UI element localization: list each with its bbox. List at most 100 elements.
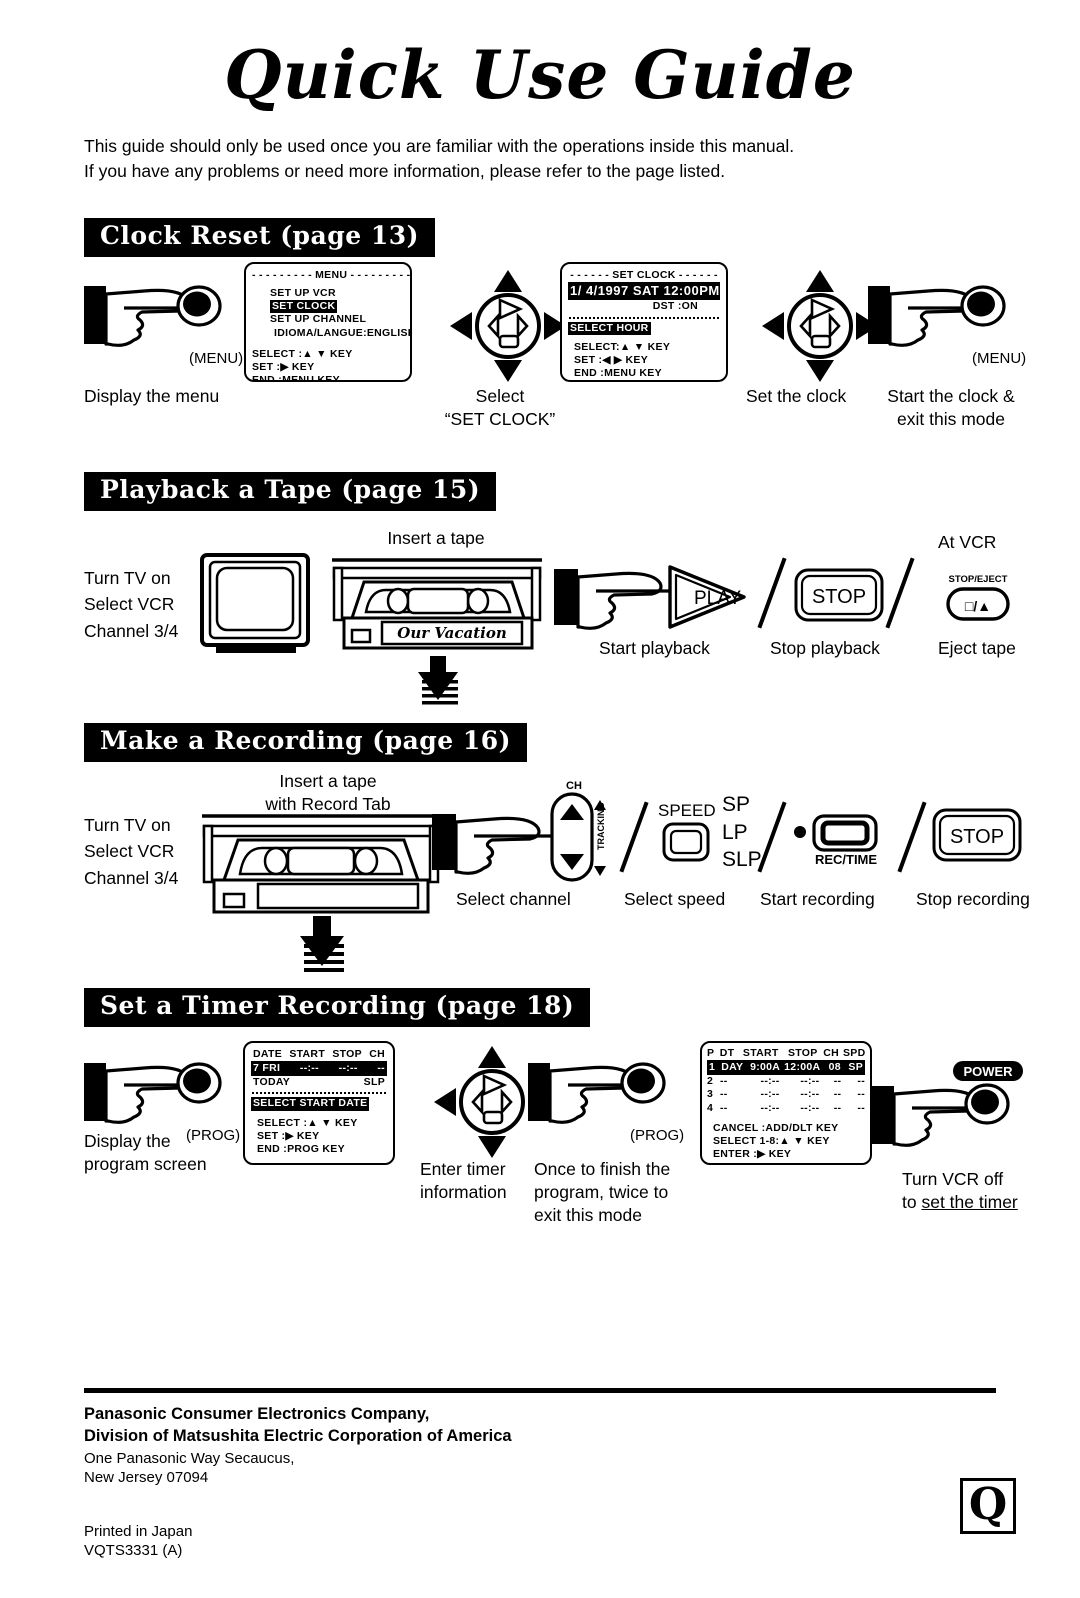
section-timer-recording: Set a Timer Recording (page 18) — [84, 988, 591, 1027]
osd-program-key-end: END :PROG KEY — [257, 1142, 345, 1155]
osd-program-screen: DATE START STOP CH 7 FRI --:-- --:-- -- … — [243, 1041, 395, 1165]
footer-address-line-2: New Jersey 07094 — [84, 1469, 209, 1486]
osd-menu-item-set-up-channel[interactable]: SET UP CHANNEL — [252, 313, 404, 326]
separator-slash-4 — [757, 801, 787, 873]
svg-text:REC/TIME: REC/TIME — [815, 852, 877, 867]
footer-company-line-2: Division of Matsushita Electric Corporat… — [84, 1427, 512, 1445]
stop-button-recording[interactable]: STOP — [932, 808, 1022, 862]
pad-left-arrow — [450, 312, 472, 340]
vcr-tape-illustration-recording — [196, 812, 446, 972]
cursor-pad-clock-2[interactable] — [760, 268, 878, 384]
cursor-pad-clock-1[interactable] — [448, 268, 566, 384]
svg-text:CH: CH — [566, 780, 582, 792]
caption-start-playback: Start playback — [599, 638, 710, 658]
page-title: Quick Use Guide — [224, 36, 856, 114]
svg-text:STOP: STOP — [812, 586, 866, 608]
section-heading-timer: Set a Timer Recording (page 18) — [84, 988, 591, 1027]
osd-program-status: SELECT START DATE — [251, 1097, 370, 1111]
osd-setclock-status: SELECT HOUR — [568, 321, 651, 335]
remote-hand-menu-right: (MENU) — [868, 278, 1026, 367]
osd-divider-2 — [252, 1092, 386, 1095]
remote-hand-power — [872, 1078, 1022, 1158]
tape-label-text: Our Vacation — [397, 624, 506, 642]
speed-option-sp: SP — [722, 793, 751, 816]
footer-company-line-1: Panasonic Consumer Electronics Company, — [84, 1405, 430, 1423]
label-at-vcr: At VCR — [938, 532, 997, 552]
section-heading-clock-reset: Clock Reset (page 13) — [84, 218, 435, 257]
speed-option-slp: SLP — [722, 848, 762, 872]
intro-line-1: This guide should only be used once you … — [84, 136, 795, 156]
remote-hand-prog-middle: (PROG) — [528, 1055, 684, 1144]
stop-eject-button[interactable]: STOP/EJECT □/▲ — [934, 570, 1024, 626]
caption-display-program-screen: Display the program screen — [84, 1131, 207, 1175]
osd-menu-screen: - - - - - - - - - MENU - - - - - - - - -… — [244, 262, 412, 382]
q-badge: Q — [960, 1478, 1016, 1534]
separator-slash-2 — [885, 557, 915, 629]
osd-divider — [569, 316, 719, 319]
caption-set-timer-line: to set the timer — [902, 1192, 1018, 1213]
section-playback-tape: Playback a Tape (page 15) — [84, 472, 497, 511]
caption-display-menu: Display the menu — [84, 386, 220, 406]
stop-button-playback[interactable]: STOP — [794, 568, 884, 622]
osd-timer-row[interactable]: 3 -- --:-- --:-- -- -- — [707, 1088, 865, 1101]
osd-timer-row[interactable]: 1 DAY 9:00A 12:00A 08 SP — [707, 1060, 865, 1076]
caption-select-set-clock: Select “SET CLOCK” — [444, 386, 556, 429]
osd-setclock-datetime[interactable]: 1/ 4/1997 SAT 12:00PM — [568, 282, 720, 301]
osd-timer-row[interactable]: 2 -- --:-- --:-- -- -- — [707, 1075, 865, 1088]
svg-text:TRACKING: TRACKING — [596, 803, 606, 851]
vcr-tape-illustration-playback: Our Vacation — [326, 556, 548, 706]
osd-timer-key-enter: ENTER :▶ KEY — [713, 1147, 792, 1160]
channel-rocker[interactable]: CH TRACKING — [542, 778, 626, 886]
remote-hand-menu-left: (MENU) — [84, 278, 243, 367]
caption-stop-recording: Stop recording — [916, 889, 1030, 909]
remote-label-menu-left: (MENU) — [189, 350, 244, 367]
set-the-timer-link: set the timer — [921, 1192, 1018, 1213]
section-clock-reset: Clock Reset (page 13) — [84, 218, 435, 257]
pad-up-arrow — [494, 270, 522, 292]
osd-setclock-key-select: SELECT:▲ ▼ KEY — [574, 340, 671, 353]
svg-text:SPEED: SPEED — [658, 801, 716, 820]
cursor-pad-timer[interactable] — [432, 1044, 550, 1160]
caption-select-speed: Select speed — [624, 889, 726, 909]
osd-menu-item-language[interactable]: IDIOMA/LANGUE:ENGLISH — [252, 327, 410, 340]
speed-button[interactable]: SPEED — [656, 800, 728, 866]
remote-hand-play: PLAY — [554, 563, 754, 635]
osd-program-row[interactable]: 7 FRI --:-- --:-- -- — [251, 1061, 387, 1077]
osd-timer-key-select: SELECT 1-8:▲ ▼ KEY — [713, 1134, 830, 1147]
caption-turn-vcr-off: Turn VCR off to set the timer — [902, 1168, 1018, 1214]
remote-hand-prog-left: (PROG) — [84, 1055, 240, 1144]
osd-setclock-dst: DST :ON — [652, 300, 698, 313]
osd-timer-key-cancel: CANCEL :ADD/DLT KEY — [713, 1121, 839, 1134]
osd-menu-item-set-clock[interactable]: SET CLOCK — [270, 300, 338, 314]
svg-text:STOP: STOP — [950, 826, 1004, 848]
remote-label-menu-right: (MENU) — [972, 350, 1027, 367]
rec-time-button[interactable]: REC/TIME — [790, 806, 906, 868]
osd-program-headers: DATE START STOP CH — [253, 1048, 385, 1060]
pad-down-arrow — [494, 360, 522, 382]
osd-menu-key-select: SELECT :▲ ▼ KEY — [252, 347, 353, 360]
caption-stop-playback: Stop playback — [770, 638, 880, 658]
osd-timer-key-end: END :PROG KEY — [707, 1161, 865, 1163]
footer-divider — [84, 1388, 996, 1393]
tv-instructions-recording: Turn TV on Select VCR Channel 3/4 — [84, 815, 179, 888]
record-dot-icon — [794, 826, 806, 838]
osd-set-clock-screen: - - - - - - SET CLOCK - - - - - - 1/ 4/1… — [560, 262, 728, 382]
footer-address-line-1: One Panasonic Way Secaucus, — [84, 1450, 295, 1467]
osd-timer-row[interactable]: 4 -- --:-- --:-- -- -- — [707, 1102, 865, 1115]
footer-printed-in: Printed in Japan — [84, 1523, 193, 1540]
speed-option-lp: LP — [722, 820, 748, 844]
tv-instructions-playback: Turn TV on Select VCR Channel 3/4 — [84, 568, 179, 641]
footer-part-number: VQTS3331 (A) — [84, 1542, 183, 1559]
label-insert-tape-record: Insert a tape with Record Tab — [265, 771, 391, 814]
osd-program-key-set: SET :▶ KEY — [257, 1129, 320, 1142]
section-make-recording: Make a Recording (page 16) — [84, 723, 528, 762]
caption-select-channel: Select channel — [456, 889, 571, 909]
osd-timer-headers: P DT START STOP CH SPD — [707, 1047, 866, 1059]
caption-set-the-clock: Set the clock — [746, 386, 847, 406]
svg-text:□/▲: □/▲ — [965, 598, 991, 614]
osd-menu-title: - - - - - - - - - MENU - - - - - - - - - — [252, 269, 411, 281]
separator-slash-1 — [757, 557, 787, 629]
play-button-label: PLAY — [694, 588, 742, 609]
osd-menu-item-set-up-vcr[interactable]: SET UP VCR — [252, 287, 404, 300]
intro-line-2: If you have any problems or need more in… — [84, 161, 726, 182]
